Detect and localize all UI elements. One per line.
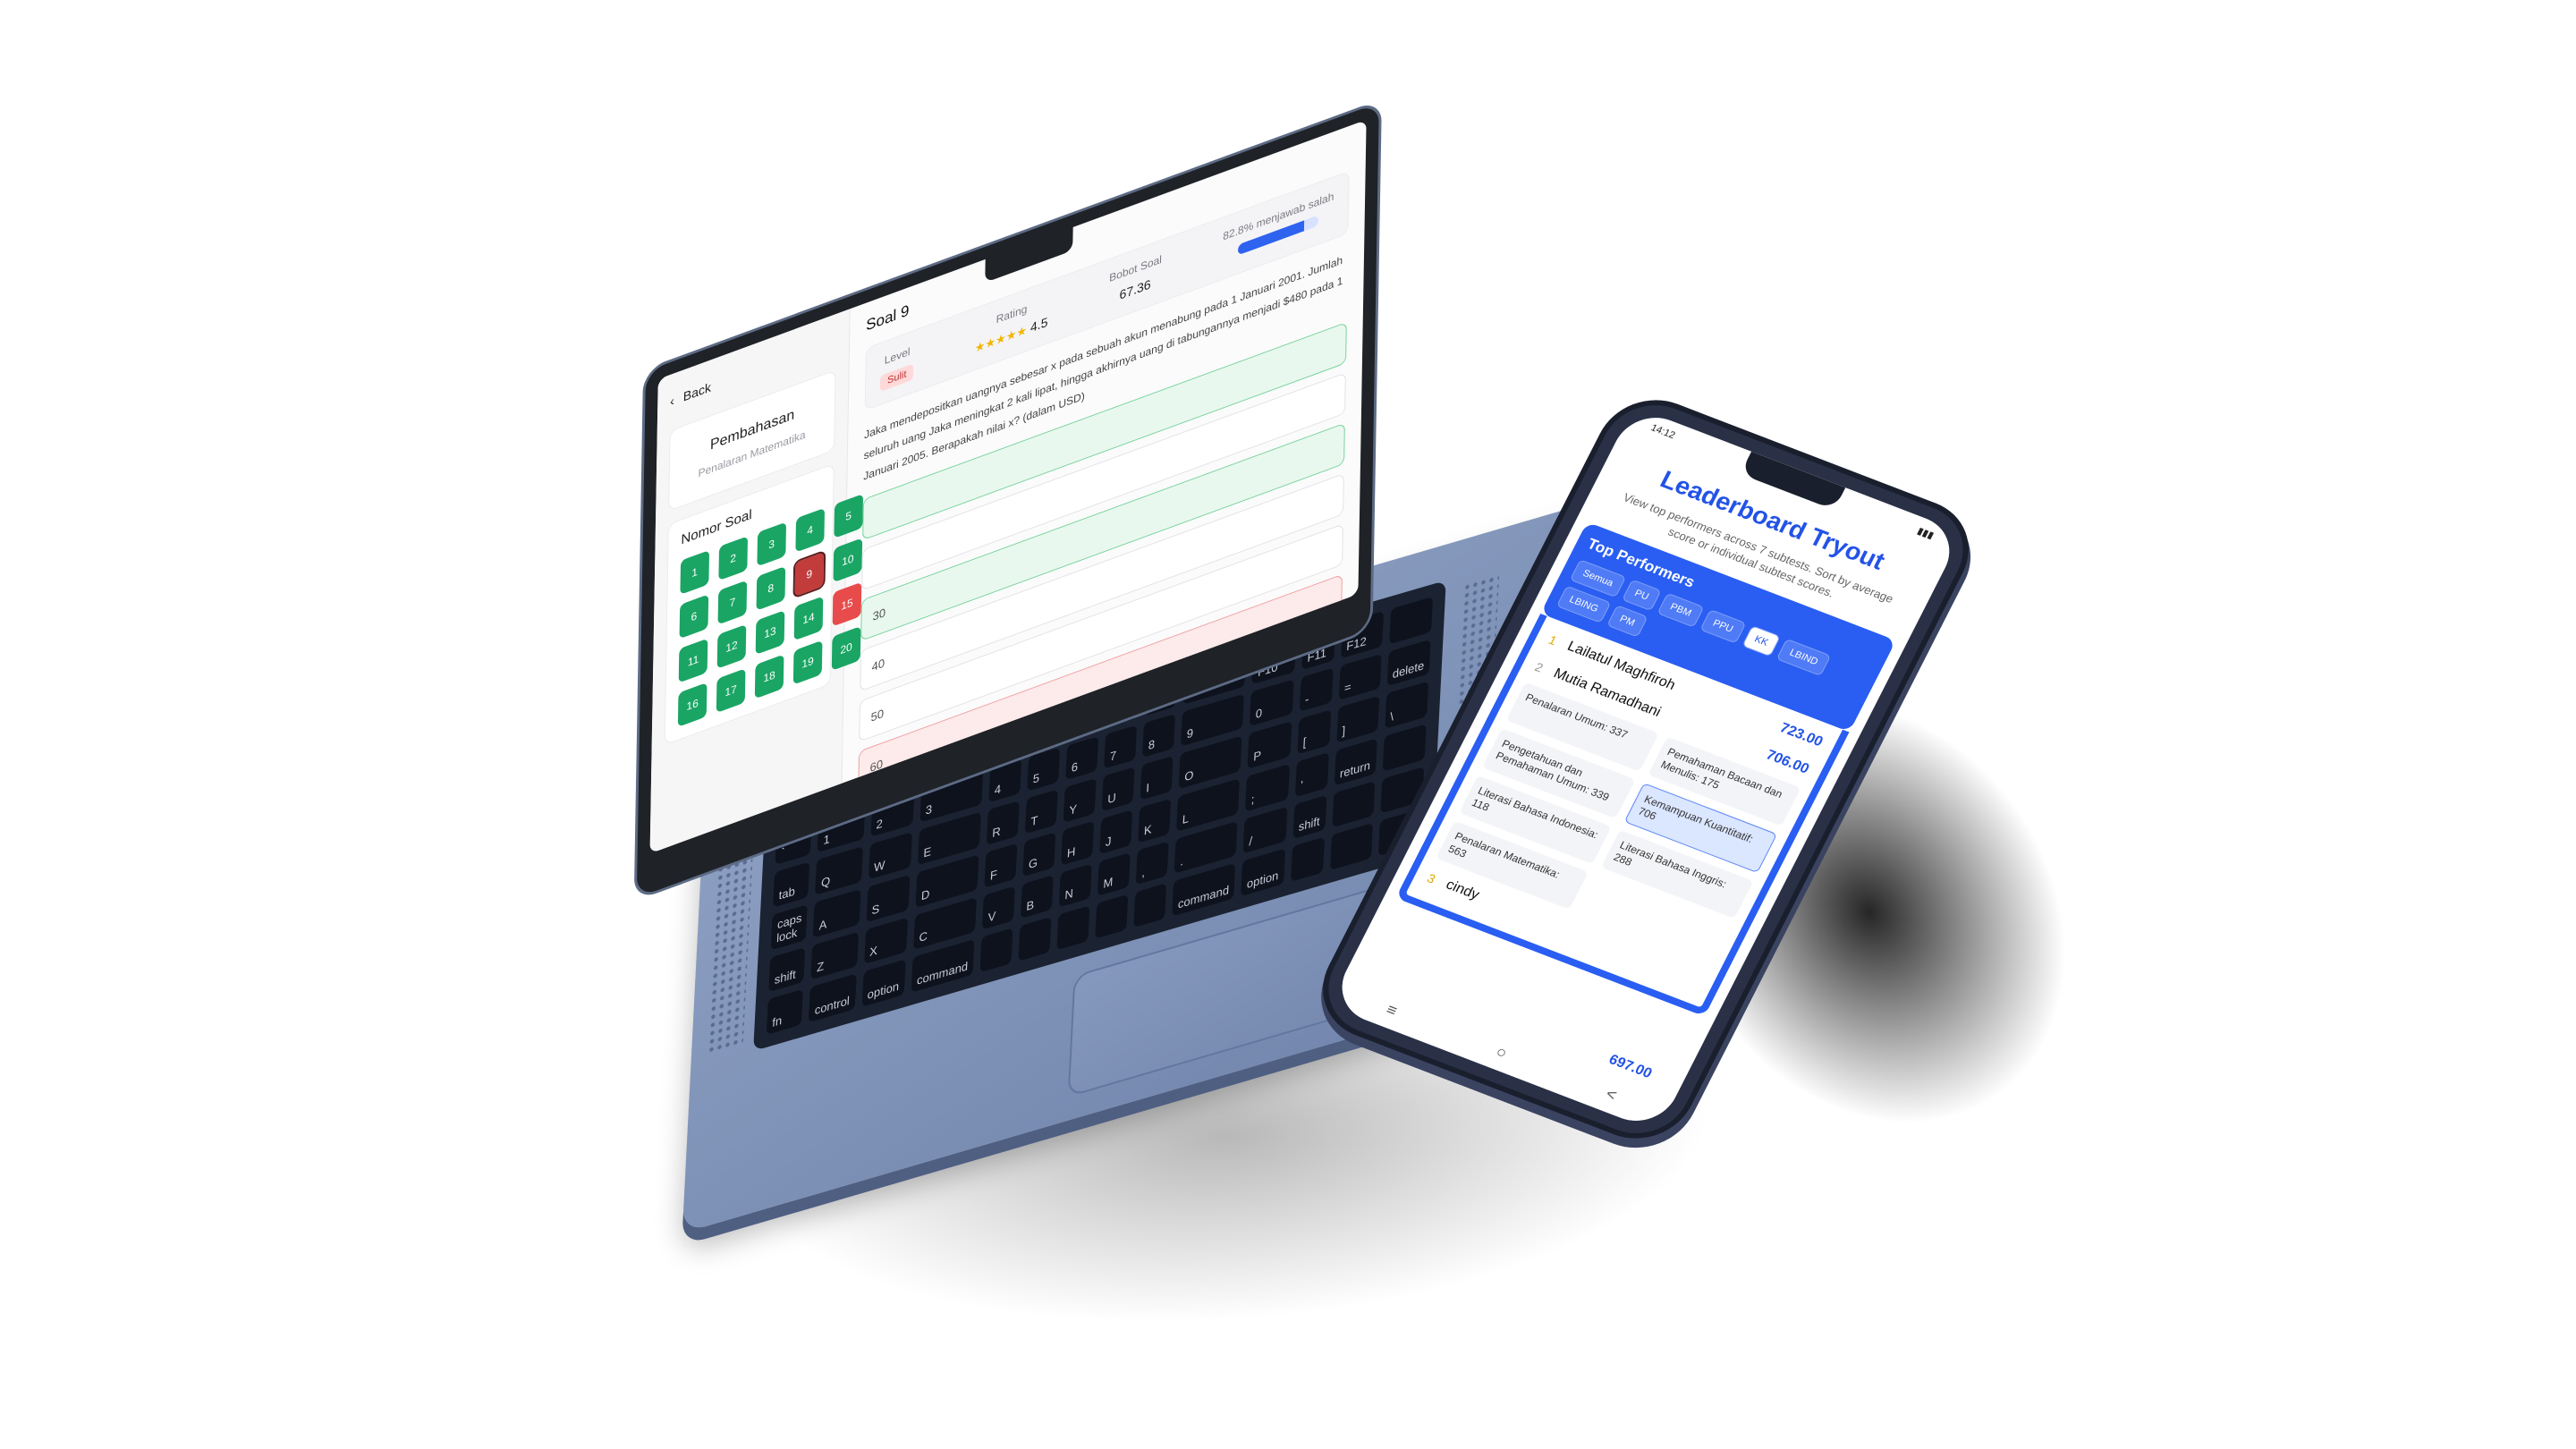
keyboard-key[interactable]	[1133, 883, 1167, 928]
keyboard-key[interactable]: T	[1024, 789, 1058, 835]
question-number-grid: 1 2 3 4 5 6 7 8 9 10 11 12 13 14 15 16 17 18 19 20	[677, 493, 864, 727]
review-sidebar: ‹ Back Pembahasan Penalaran Matematika N…	[649, 309, 864, 854]
keyboard-key[interactable]: I	[1140, 756, 1174, 801]
subtest-chip[interactable]: PU	[1621, 579, 1662, 612]
level-badge: Sulit	[879, 363, 914, 393]
keyboard-key[interactable]	[1095, 894, 1129, 939]
keyboard-key[interactable]: option	[1241, 848, 1285, 897]
keyboard-key[interactable]	[1290, 837, 1325, 882]
subtest-chip[interactable]: KK	[1741, 625, 1782, 657]
nomor-soal-card: Nomor Soal 1 2 3 4 5 6 7 8 9 10 11 12 13 14 15 16 17 18 19…	[664, 462, 864, 746]
keyboard-key[interactable]	[979, 928, 1013, 973]
keyboard-key[interactable]: W	[868, 832, 912, 880]
subtest-chip[interactable]: PBM	[1657, 593, 1705, 628]
subtest-chip[interactable]: PM	[1606, 605, 1648, 638]
back-nav-icon[interactable]: <	[1603, 1084, 1620, 1105]
question-number-button[interactable]: 1	[680, 550, 710, 595]
keyboard-key[interactable]: shift	[1292, 794, 1327, 840]
keyboard-key[interactable]: shift	[768, 946, 806, 993]
keyboard-key[interactable]: delete	[1386, 639, 1431, 687]
bobot-label: Bobot Soal	[1109, 252, 1163, 285]
back-label: Back	[682, 379, 712, 404]
question-number-button[interactable]: 19	[792, 640, 823, 685]
rating-meta: Rating ★★★★★ 4.5	[975, 294, 1048, 357]
question-number-button[interactable]: 4	[795, 507, 826, 553]
star-rating-icon: ★★★★★	[974, 322, 1028, 356]
keyboard-key[interactable]: V	[981, 886, 1015, 930]
bobot-meta: Bobot Soal 67.36	[1109, 253, 1162, 309]
subtest-chip[interactable]: PPU	[1699, 609, 1746, 644]
keyboard-key[interactable]	[1056, 905, 1090, 951]
question-number-button[interactable]: 6	[679, 594, 709, 640]
keyboard-key[interactable]: X	[863, 917, 909, 965]
keyboard-key[interactable]: ,	[1135, 841, 1169, 886]
question-number-button[interactable]: 16	[677, 682, 708, 727]
keyboard-key[interactable]	[1388, 597, 1434, 645]
keyboard-key[interactable]: G	[1022, 832, 1056, 877]
keyboard-key[interactable]: 6	[1065, 735, 1099, 781]
keyboard-key[interactable]: S	[866, 874, 911, 922]
bobot-value: 67.36	[1119, 276, 1151, 303]
question-number-button[interactable]: 3	[757, 521, 787, 567]
keyboard-key[interactable]: return	[1334, 738, 1377, 786]
keyboard-key[interactable]: [	[1297, 709, 1331, 755]
level-label: Level	[884, 344, 911, 368]
question-number-button[interactable]: 17	[716, 668, 746, 714]
keyboard-key[interactable]	[1329, 823, 1373, 871]
keyboard-key[interactable]	[1382, 724, 1427, 772]
keyboard-key[interactable]: \	[1384, 681, 1429, 730]
question-number-button[interactable]: 12	[716, 623, 747, 669]
chevron-left-icon: ‹	[670, 393, 675, 410]
keyboard-key[interactable]: 5	[1027, 747, 1061, 792]
keyboard-key[interactable]: P	[1247, 721, 1292, 769]
status-time: 14:12	[1648, 422, 1677, 442]
keyboard-key[interactable]: ;	[1245, 764, 1290, 812]
keyboard-key[interactable]: tab	[773, 861, 810, 908]
keyboard-key[interactable]: =	[1338, 653, 1382, 701]
keyboard-key[interactable]: M	[1097, 852, 1131, 897]
subtest-chip[interactable]: LBIND	[1775, 639, 1831, 677]
question-number-button[interactable]: 8	[756, 565, 786, 611]
keyboard-key[interactable]: A	[813, 889, 861, 938]
keyboard-key[interactable]	[1331, 780, 1375, 828]
keyboard-key[interactable]: H	[1061, 820, 1095, 866]
keyboard-key[interactable]: U	[1101, 767, 1135, 812]
question-number-button[interactable]: 18	[754, 654, 784, 699]
keyboard-key[interactable]: R	[986, 801, 1020, 845]
keyboard-key[interactable]: K	[1138, 798, 1172, 843]
question-number-button[interactable]: 2	[718, 536, 749, 581]
question-number-button[interactable]: 13	[755, 610, 785, 656]
keyboard-key[interactable]: option	[861, 959, 906, 1007]
keyboard-key[interactable]: caps lock	[770, 904, 809, 951]
keyboard-key[interactable]: F	[984, 843, 1018, 888]
keyboard-key[interactable]: '	[1294, 752, 1329, 797]
keyboard-key[interactable]: J	[1099, 809, 1133, 854]
keyboard-key[interactable]: Z	[810, 931, 859, 980]
level-meta: Level Sulit	[879, 343, 914, 393]
keyboard-key[interactable]: -	[1299, 667, 1334, 713]
keyboard-key[interactable]: 7	[1104, 724, 1138, 769]
question-number-button[interactable]: 9	[792, 549, 826, 599]
keyboard-key[interactable]: ]	[1335, 696, 1379, 743]
keyboard-key[interactable]: fn	[766, 989, 804, 1035]
wrong-rate-meta: 82.8% menjawab salah	[1223, 190, 1334, 267]
signal-battery-icon: ▮▮▮	[1915, 525, 1936, 541]
keyboard-key[interactable]: Y	[1063, 778, 1097, 823]
mockup-stage: escF1F2F3F4F5F6F7F8F9F10F11F12`123456789…	[0, 0, 2576, 1449]
keyboard-key[interactable]: control	[809, 973, 857, 1023]
question-number-button[interactable]: 11	[678, 638, 708, 683]
keyboard-key[interactable]: B	[1020, 874, 1054, 919]
keyboard-key[interactable]: Q	[815, 846, 863, 895]
recents-icon[interactable]: ≡	[1383, 1000, 1401, 1021]
keyboard-key[interactable]: 0	[1250, 679, 1294, 727]
keyboard-key[interactable]: N	[1058, 863, 1092, 908]
question-number-button[interactable]: 14	[793, 596, 824, 641]
keyboard-key[interactable]: /	[1242, 806, 1288, 854]
rating-value: 4.5	[1030, 314, 1048, 335]
home-icon[interactable]: ○	[1493, 1042, 1510, 1063]
question-number-button[interactable]: 7	[717, 580, 748, 625]
keyboard-key[interactable]: 8	[1142, 713, 1176, 758]
keyboard-key[interactable]	[1018, 917, 1052, 962]
